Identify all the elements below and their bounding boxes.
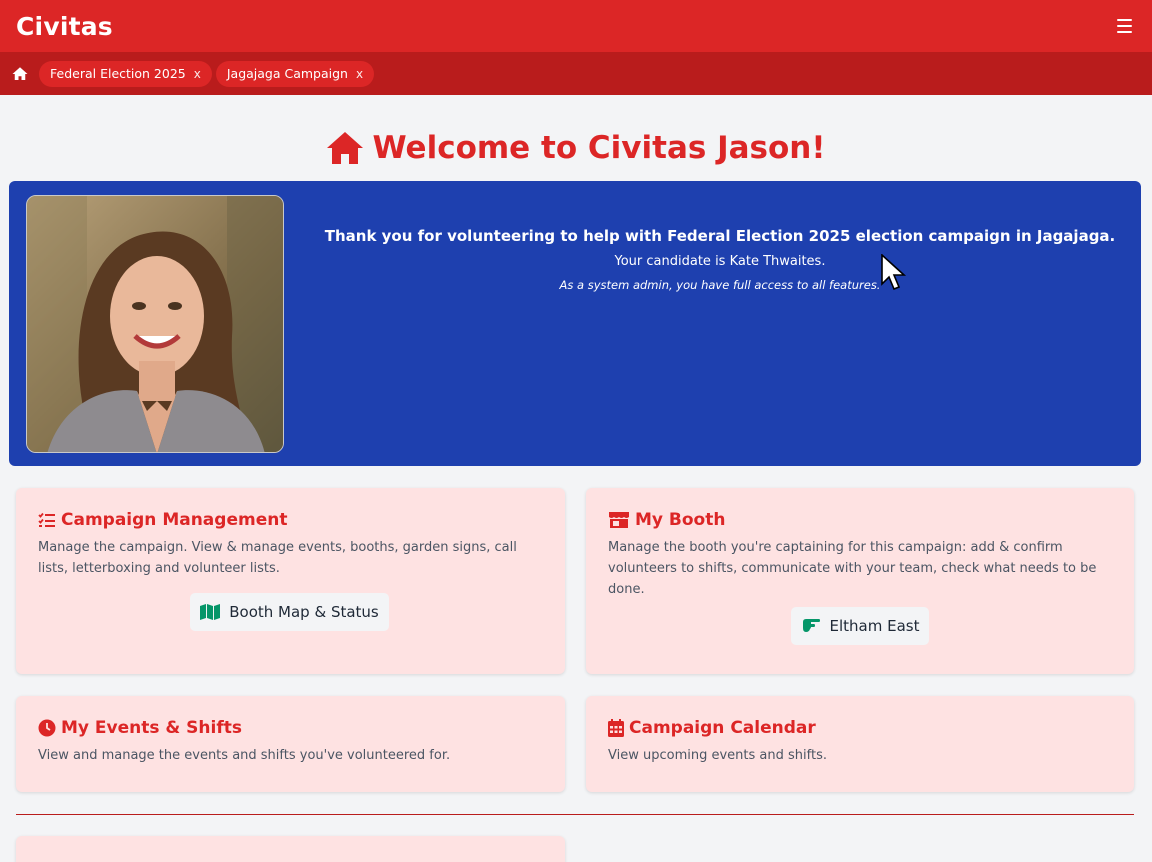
list-check-icon: [38, 512, 55, 527]
my-booth-card: My Booth Manage the booth you're captain…: [586, 488, 1134, 674]
welcome-message: Thank you for volunteering to help with …: [299, 227, 1141, 292]
card-title-text: Campaign Management: [61, 510, 288, 530]
breadcrumb-label: Jagajaga Campaign: [226, 66, 348, 81]
card-title-text: My Events & Shifts: [61, 718, 242, 738]
card-description: Manage the booth you're captaining for t…: [608, 540, 1097, 597]
home-icon: [327, 132, 364, 164]
candidate-text: Your candidate is Kate Thwaites.: [614, 254, 826, 269]
breadcrumb-chip-campaign[interactable]: Jagajaga Campaign x: [215, 60, 375, 87]
card-title[interactable]: Campaign Calendar: [608, 718, 1112, 738]
top-navbar: Civitas: [0, 0, 1152, 52]
admin-note: As a system admin, you have full access …: [559, 278, 881, 292]
card-description: View upcoming events and shifts.: [608, 748, 827, 763]
store-icon: [609, 512, 629, 528]
calendar-icon: [608, 719, 624, 737]
card-description: Manage the campaign. View & manage event…: [38, 540, 517, 576]
button-label: Eltham East: [829, 617, 920, 635]
booth-eltham-east-button[interactable]: Eltham East: [790, 607, 930, 645]
breadcrumb-chip-election[interactable]: Federal Election 2025 x: [39, 60, 212, 87]
button-label: Booth Map & Status: [229, 603, 379, 621]
mouse-cursor-icon: [881, 254, 907, 291]
hand-pointer-icon: [802, 619, 820, 632]
map-icon: [200, 604, 221, 620]
breadcrumb-label: Federal Election 2025: [50, 66, 186, 81]
card-title[interactable]: My Booth: [608, 510, 1112, 530]
brand-logo[interactable]: Civitas: [16, 12, 113, 41]
welcome-heading: Welcome to Civitas Jason!: [0, 130, 1152, 166]
candidate-photo: [26, 195, 284, 453]
welcome-banner: Thank you for volunteering to help with …: [9, 181, 1141, 466]
volunteer-thanks-text: Thank you for volunteering to help with …: [324, 227, 1116, 245]
close-icon[interactable]: x: [356, 67, 363, 81]
page-title: Welcome to Civitas Jason!: [372, 130, 826, 166]
section-divider: [16, 814, 1134, 815]
my-events-shifts-card: My Events & Shifts View and manage the e…: [16, 696, 565, 792]
home-icon[interactable]: [11, 65, 29, 83]
card-title-text: Campaign Calendar: [629, 718, 816, 738]
next-card-partial: [16, 836, 565, 862]
card-description: View and manage the events and shifts yo…: [38, 748, 451, 763]
close-icon[interactable]: x: [194, 67, 201, 81]
campaign-calendar-card: Campaign Calendar View upcoming events a…: [586, 696, 1134, 792]
breadcrumb: Federal Election 2025 x Jagajaga Campaig…: [0, 52, 1152, 95]
card-title[interactable]: My Events & Shifts: [38, 718, 543, 738]
clock-icon: [38, 719, 56, 737]
card-title-text: My Booth: [635, 510, 726, 530]
campaign-management-card: Campaign Management Manage the campaign.…: [16, 488, 565, 674]
booth-map-status-button[interactable]: Booth Map & Status: [190, 593, 389, 631]
card-title[interactable]: Campaign Management: [38, 510, 543, 530]
hamburger-menu-icon[interactable]: [1114, 15, 1136, 37]
